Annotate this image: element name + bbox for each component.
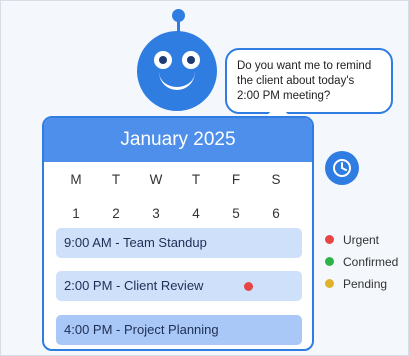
date-cell[interactable]: 2 [96,206,136,221]
calendar-card: January 2025 M T W T F S 1 2 3 4 5 6 9:0… [42,116,314,351]
assistant-message-text: Do you want me to remind the client abou… [237,60,372,102]
clock-icon [333,159,351,177]
legend-item-pending: Pending [323,277,398,299]
event-label: 9:00 AM - Team Standup [64,235,207,250]
legend-label: Urgent [343,233,380,247]
weekday-label: F [231,172,241,187]
legend-label: Confirmed [343,255,399,269]
date-row: 1 2 3 4 5 6 [56,206,296,221]
weekday-label: W [149,172,163,187]
event-label: 2:00 PM - Client Review [64,278,204,293]
weekday-label: T [191,172,201,187]
status-legend: Urgent Confirmed Pending [323,233,398,299]
clock-button[interactable] [325,151,359,185]
robot-left-eye [154,51,172,69]
event-team-standup[interactable]: 9:00 AM - Team Standup [56,228,302,258]
date-cell[interactable]: 6 [256,206,296,221]
legend-item-confirmed: Confirmed [323,255,398,277]
robot-mouth [159,69,195,90]
weekday-label: S [271,172,281,187]
app-canvas: Do you want me to remind the client abou… [0,0,409,356]
date-cell[interactable]: 5 [216,206,256,221]
assistant-message-bubble: Do you want me to remind the client abou… [225,48,393,114]
urgent-status-dot [244,282,253,291]
legend-dot-urgent [325,235,334,244]
robot-right-eye [182,51,200,69]
date-cell[interactable]: 1 [56,206,96,221]
date-cell[interactable]: 4 [176,206,216,221]
date-cell[interactable]: 3 [136,206,176,221]
calendar-month-header: January 2025 [44,118,312,162]
weekday-label: T [111,172,121,187]
legend-item-urgent: Urgent [323,233,398,255]
event-client-review[interactable]: 2:00 PM - Client Review [56,271,302,301]
robot-icon [137,31,217,111]
event-label: 4:00 PM - Project Planning [64,322,219,337]
weekday-row: M T W T F S [56,172,296,187]
legend-label: Pending [343,277,388,291]
legend-dot-pending [325,279,334,288]
event-project-planning[interactable]: 4:00 PM - Project Planning [56,315,302,345]
legend-dot-confirmed [325,257,334,266]
weekday-label: M [70,172,82,187]
